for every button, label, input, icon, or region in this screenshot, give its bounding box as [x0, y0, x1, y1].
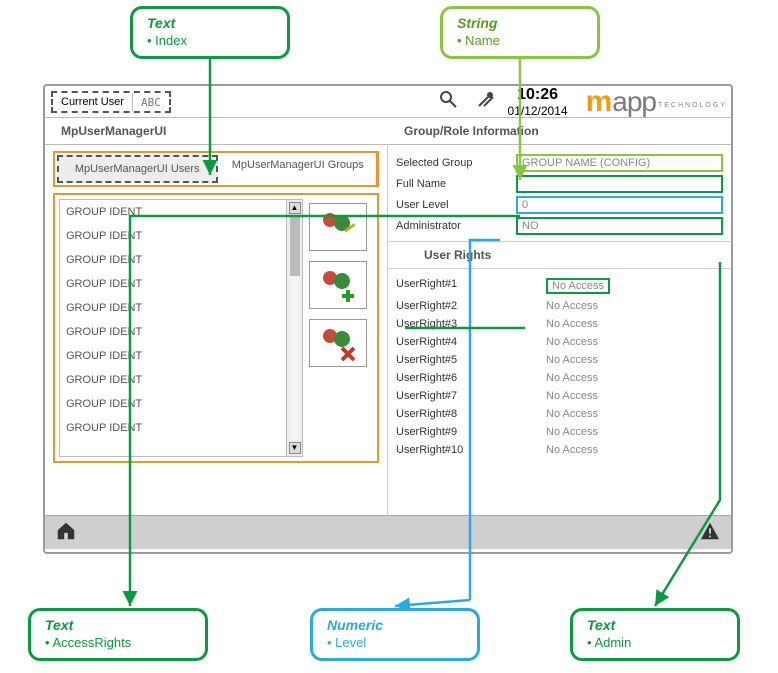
user-right-label: UserRight#1	[396, 278, 546, 294]
user-right-row: UserRight#8No Access	[396, 405, 723, 423]
subtab-users[interactable]: MpUserManagerUI Users	[57, 155, 218, 183]
callout-string-name: String Name	[440, 6, 600, 59]
user-right-row: UserRight#3No Access	[396, 315, 723, 333]
callout-title: String	[457, 15, 583, 31]
time: 10:26	[508, 86, 568, 104]
current-user-value: ABC	[133, 93, 169, 111]
callout-title: Text	[147, 15, 273, 31]
user-right-value: No Access	[546, 408, 598, 420]
administrator-label: Administrator	[396, 220, 516, 232]
user-right-label: UserRight#6	[396, 372, 546, 384]
user-rights-header: User Rights	[388, 241, 731, 269]
callout-title: Text	[45, 617, 191, 633]
app-window: Current User ABC 10:26 01/12/2014 m app …	[43, 84, 733, 554]
user-right-value: No Access	[546, 444, 598, 456]
user-right-label: UserRight#2	[396, 300, 546, 312]
user-right-label: UserRight#8	[396, 408, 546, 420]
list-item[interactable]: GROUP IDENT	[60, 224, 286, 248]
user-right-value: No Access	[546, 336, 598, 348]
user-right-row: UserRight#6No Access	[396, 369, 723, 387]
tab-main-left: MpUserManagerUI	[45, 118, 388, 144]
clock: 10:26 01/12/2014	[508, 86, 568, 118]
full-name-value[interactable]	[516, 175, 723, 193]
full-name-label: Full Name	[396, 178, 516, 190]
selected-group-value[interactable]: GROUP NAME (CONFIG)	[516, 154, 723, 172]
subtabs: MpUserManagerUI Users MpUserManagerUI Gr…	[53, 151, 379, 187]
user-right-row: UserRight#9No Access	[396, 423, 723, 441]
callout-bullet: Index	[147, 33, 273, 48]
list-item[interactable]: GROUP IDENT	[60, 272, 286, 296]
user-right-label: UserRight#10	[396, 444, 546, 456]
selected-group-label: Selected Group	[396, 157, 516, 169]
user-right-row: UserRight#1No Access	[396, 275, 723, 297]
scrollbar[interactable]: ▲ ▼	[286, 200, 302, 456]
group-listbox[interactable]: GROUP IDENTGROUP IDENTGROUP IDENTGROUP I…	[59, 199, 303, 457]
callout-text-index: Text Index	[130, 6, 290, 59]
topbar: Current User ABC 10:26 01/12/2014 m app …	[45, 86, 731, 118]
callout-title: Text	[587, 617, 723, 633]
user-right-value: No Access	[546, 390, 598, 402]
callout-numeric-level: Numeric Level	[310, 608, 480, 661]
user-right-label: UserRight#9	[396, 426, 546, 438]
list-item[interactable]: GROUP IDENT	[60, 392, 286, 416]
list-item[interactable]: GROUP IDENT	[60, 200, 286, 224]
list-item[interactable]: GROUP IDENT	[60, 416, 286, 440]
add-group-button[interactable]	[309, 261, 367, 309]
tools-icon[interactable]	[476, 89, 496, 114]
home-icon[interactable]	[55, 520, 77, 545]
user-right-value: No Access	[546, 318, 598, 330]
alert-icon[interactable]	[699, 520, 721, 545]
user-right-value: No Access	[546, 426, 598, 438]
subtab-groups[interactable]: MpUserManagerUI Groups	[220, 153, 378, 185]
user-right-value: No Access	[546, 354, 598, 366]
scroll-down-button[interactable]: ▼	[289, 442, 301, 454]
list-item[interactable]: GROUP IDENT	[60, 320, 286, 344]
section-titles: MpUserManagerUI Group/Role Information	[45, 118, 731, 145]
mapp-logo: m app TECHNOLOGY	[586, 85, 725, 119]
user-right-row: UserRight#5No Access	[396, 351, 723, 369]
user-right-row: UserRight#2No Access	[396, 297, 723, 315]
user-right-label: UserRight#7	[396, 390, 546, 402]
search-icon[interactable]	[438, 89, 458, 114]
scroll-up-button[interactable]: ▲	[289, 202, 301, 214]
scroll-thumb[interactable]	[290, 216, 300, 276]
callout-text-admin: Text Admin	[570, 608, 740, 661]
callout-title: Numeric	[327, 617, 463, 633]
list-item[interactable]: GROUP IDENT	[60, 344, 286, 368]
callout-bullet: Level	[327, 635, 463, 650]
list-item[interactable]: GROUP IDENT	[60, 296, 286, 320]
administrator-value[interactable]: NO	[516, 217, 723, 235]
user-right-row: UserRight#10No Access	[396, 441, 723, 459]
user-right-label: UserRight#4	[396, 336, 546, 348]
list-item[interactable]: GROUP IDENT	[60, 368, 286, 392]
tab-main-right: Group/Role Information	[388, 118, 731, 144]
callout-text-accessrights: Text AccessRights	[28, 608, 208, 661]
user-right-value: No Access	[546, 278, 610, 294]
user-level-value[interactable]: 0	[516, 196, 723, 214]
date: 01/12/2014	[508, 104, 568, 118]
callout-bullet: Name	[457, 33, 583, 48]
list-item[interactable]: GROUP IDENT	[60, 248, 286, 272]
user-level-label: User Level	[396, 199, 516, 211]
edit-group-button[interactable]	[309, 203, 367, 251]
current-user-box: Current User ABC	[51, 91, 171, 113]
group-list-area: GROUP IDENTGROUP IDENTGROUP IDENTGROUP I…	[53, 193, 379, 463]
callout-bullet: AccessRights	[45, 635, 191, 650]
user-right-value: No Access	[546, 300, 598, 312]
callout-bullet: Admin	[587, 635, 723, 650]
user-right-label: UserRight#5	[396, 354, 546, 366]
user-right-label: UserRight#3	[396, 318, 546, 330]
user-right-row: UserRight#7No Access	[396, 387, 723, 405]
user-right-value: No Access	[546, 372, 598, 384]
current-user-label: Current User	[53, 93, 133, 111]
user-right-row: UserRight#4No Access	[396, 333, 723, 351]
footer	[45, 515, 731, 549]
delete-group-button[interactable]	[309, 319, 367, 367]
